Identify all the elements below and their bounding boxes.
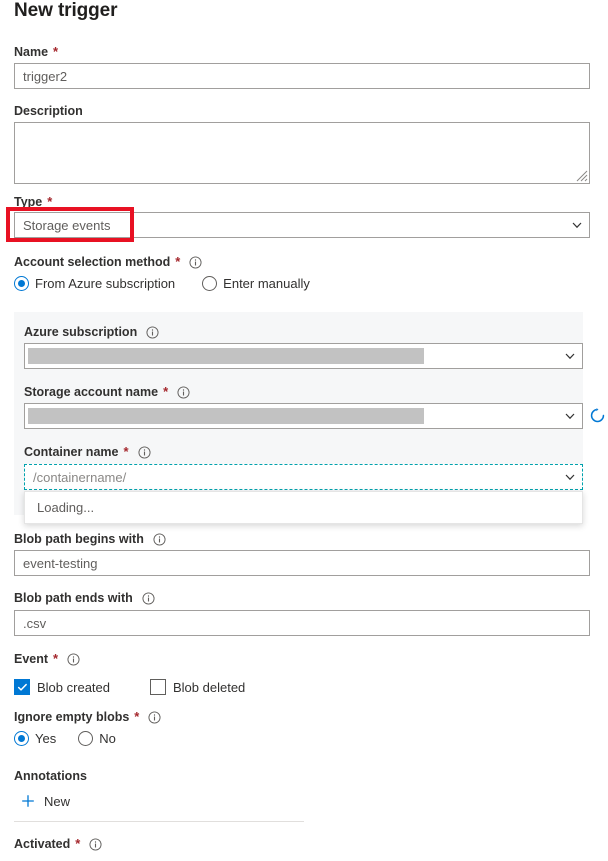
container-name-label: Container name* [24, 444, 151, 460]
chevron-down-icon [571, 219, 583, 231]
radio-dot [202, 276, 217, 291]
annotations-divider [14, 821, 304, 822]
info-icon[interactable] [153, 533, 166, 546]
dropdown-loading-item: Loading... [37, 500, 94, 515]
type-dropdown[interactable]: Storage events [14, 212, 590, 238]
storage-account-name-dropdown[interactable] [24, 403, 583, 429]
event-label: Event* [14, 651, 80, 667]
info-icon[interactable] [146, 326, 159, 339]
radio-ignore-empty-blobs-no[interactable]: No [78, 731, 116, 746]
blob-path-ends-with-input[interactable] [14, 610, 590, 636]
resize-grip-icon[interactable] [576, 170, 588, 182]
info-icon[interactable] [67, 653, 80, 666]
radio-dot [14, 731, 29, 746]
container-name-dropdown[interactable]: /containername/ [24, 464, 583, 490]
chevron-down-icon [564, 410, 576, 422]
checkbox-box [150, 679, 166, 695]
new-trigger-form: New trigger Name* Description Type* Stor… [0, 0, 608, 861]
radio-label: No [99, 731, 116, 746]
plus-icon [20, 793, 36, 809]
blob-path-begins-with-input[interactable] [14, 550, 590, 576]
container-name-placeholder: /containername/ [33, 470, 558, 485]
checkbox-box [14, 679, 30, 695]
type-dropdown-value: Storage events [23, 218, 565, 233]
name-label: Name* [14, 44, 590, 60]
checkbox-label: Blob created [37, 680, 110, 695]
azure-subscription-label: Azure subscription [24, 324, 159, 340]
refresh-icon[interactable] [589, 407, 606, 424]
container-name-dropdown-menu[interactable]: Loading... [24, 491, 583, 524]
info-icon[interactable] [138, 446, 151, 459]
radio-dot [78, 731, 93, 746]
radio-enter-manually[interactable]: Enter manually [202, 276, 310, 291]
blob-path-begins-with-label: Blob path begins with [14, 531, 166, 547]
radio-label: From Azure subscription [35, 276, 175, 291]
check-icon [17, 682, 28, 693]
info-icon[interactable] [142, 592, 155, 605]
azure-subscription-dropdown[interactable] [24, 343, 583, 369]
add-annotation-label: New [44, 794, 70, 809]
description-textarea[interactable] [14, 122, 590, 184]
redacted-value [28, 348, 424, 364]
description-label: Description [14, 103, 83, 119]
storage-account-name-label: Storage account name* [24, 384, 190, 400]
checkbox-blob-deleted[interactable]: Blob deleted [150, 679, 245, 695]
info-icon[interactable] [177, 386, 190, 399]
chevron-down-icon [564, 350, 576, 362]
checkbox-blob-created[interactable]: Blob created [14, 679, 110, 695]
activated-label: Activated* [14, 836, 102, 852]
chevron-down-icon [564, 471, 576, 483]
radio-label: Yes [35, 731, 56, 746]
redacted-value [28, 408, 424, 424]
ignore-empty-blobs-label: Ignore empty blobs* [14, 709, 161, 725]
account-selection-method-label: Account selection method* [14, 254, 202, 270]
radio-from-azure-subscription[interactable]: From Azure subscription [14, 276, 175, 291]
page-title: New trigger [14, 0, 117, 22]
annotations-label: Annotations [14, 768, 87, 784]
radio-dot [14, 276, 29, 291]
info-icon[interactable] [89, 838, 102, 851]
type-label: Type* [14, 194, 52, 210]
add-annotation-button[interactable]: New [20, 793, 70, 809]
info-icon[interactable] [189, 256, 202, 269]
info-icon[interactable] [148, 711, 161, 724]
radio-label: Enter manually [223, 276, 310, 291]
checkbox-label: Blob deleted [173, 680, 245, 695]
radio-ignore-empty-blobs-yes[interactable]: Yes [14, 731, 56, 746]
blob-path-ends-with-label: Blob path ends with [14, 590, 155, 606]
name-input[interactable] [14, 63, 590, 89]
